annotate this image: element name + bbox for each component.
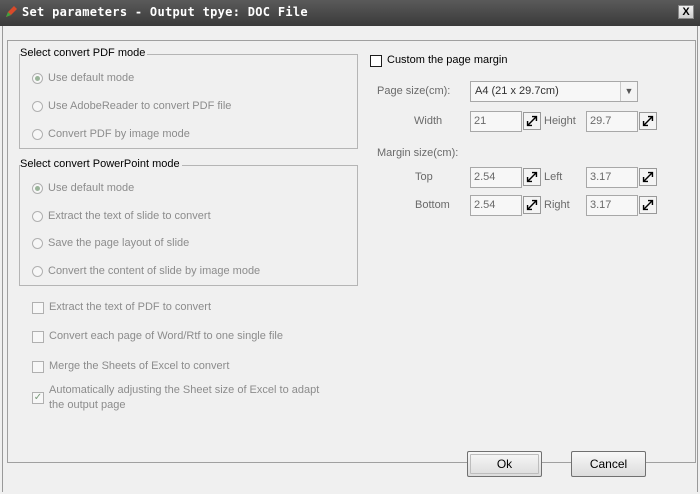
- pdf-mode-group-title: Select convert PDF mode: [20, 47, 148, 59]
- ppt-mode-option-label: Use default mode: [48, 182, 135, 194]
- window-title: Set parameters - Output tpye: DOC File: [22, 5, 308, 19]
- spin-arrows-icon[interactable]: [523, 168, 541, 186]
- pdf-mode-radio-default[interactable]: [32, 73, 43, 84]
- pencil-icon: [6, 6, 17, 17]
- pdf-mode-option-label: Convert PDF by image mode: [48, 128, 190, 140]
- ppt-mode-radio-save-layout[interactable]: [32, 238, 43, 249]
- word-single-file-checkbox[interactable]: [32, 331, 44, 343]
- merge-excel-sheets-checkbox[interactable]: [32, 361, 44, 373]
- margin-size-label: Margin size(cm):: [377, 147, 459, 159]
- bottom-field[interactable]: 2.54: [470, 195, 522, 216]
- ok-button-focus-ring: [470, 454, 539, 474]
- extract-pdf-text-checkbox[interactable]: [32, 302, 44, 314]
- spin-arrows-icon[interactable]: [639, 112, 657, 130]
- left-field[interactable]: 3.17: [586, 167, 638, 188]
- width-label: Width: [414, 115, 443, 127]
- settings-panel: Select convert PDF mode Use default mode…: [7, 40, 696, 463]
- left-label: Left: [544, 171, 563, 183]
- ok-button[interactable]: Ok: [467, 451, 542, 477]
- cancel-button-label: Cancel: [589, 457, 628, 471]
- pdf-mode-radio-image[interactable]: [32, 129, 43, 140]
- height-label: Height: [544, 115, 576, 127]
- adjust-excel-size-label-line2: the output page: [49, 399, 126, 411]
- bottom-label: Bottom: [415, 199, 450, 211]
- pdf-mode-option-label: Use AdobeReader to convert PDF file: [48, 100, 232, 112]
- dialog-window: Set parameters - Output tpye: DOC File X…: [0, 0, 700, 494]
- top-field[interactable]: 2.54: [470, 167, 522, 188]
- adjust-excel-size-checkbox[interactable]: ✓: [32, 392, 44, 404]
- custom-margin-checkbox[interactable]: [370, 55, 382, 67]
- page-size-value: A4 (21 x 29.7cm): [475, 85, 559, 97]
- pdf-mode-radio-adobe[interactable]: [32, 101, 43, 112]
- ppt-mode-radio-default[interactable]: [32, 183, 43, 194]
- ppt-mode-option-label: Convert the content of slide by image mo…: [48, 265, 261, 277]
- extract-pdf-text-label: Extract the text of PDF to convert: [49, 301, 212, 313]
- top-label: Top: [415, 171, 433, 183]
- adjust-excel-size-label-line1: Automatically adjusting the Sheet size o…: [49, 384, 320, 396]
- merge-excel-sheets-label: Merge the Sheets of Excel to convert: [49, 360, 230, 372]
- ppt-mode-group: Select convert PowerPoint mode Use defau…: [19, 158, 358, 286]
- cancel-button[interactable]: Cancel: [571, 451, 646, 477]
- title-bar[interactable]: Set parameters - Output tpye: DOC File X: [0, 0, 700, 26]
- page-size-label: Page size(cm):: [377, 85, 451, 97]
- word-single-file-label: Convert each page of Word/Rtf to one sin…: [49, 330, 283, 342]
- chevron-down-icon[interactable]: ▼: [620, 82, 637, 101]
- dialog-body: Select convert PDF mode Use default mode…: [2, 26, 698, 492]
- pdf-mode-group: Select convert PDF mode Use default mode…: [19, 47, 358, 149]
- ppt-mode-radio-extract-text[interactable]: [32, 211, 43, 222]
- ppt-mode-radio-image[interactable]: [32, 266, 43, 277]
- right-label: Right: [544, 199, 570, 211]
- spin-arrows-icon[interactable]: [639, 196, 657, 214]
- width-field[interactable]: 21: [470, 111, 522, 132]
- height-field[interactable]: 29.7: [586, 111, 638, 132]
- spin-arrows-icon[interactable]: [523, 112, 541, 130]
- custom-margin-label: Custom the page margin: [387, 54, 508, 66]
- close-button[interactable]: X: [678, 5, 694, 19]
- ppt-mode-option-label: Extract the text of slide to convert: [48, 210, 211, 222]
- spin-arrows-icon[interactable]: [639, 168, 657, 186]
- spin-arrows-icon[interactable]: [523, 196, 541, 214]
- right-field[interactable]: 3.17: [586, 195, 638, 216]
- pdf-mode-option-label: Use default mode: [48, 72, 135, 84]
- page-size-select[interactable]: A4 (21 x 29.7cm) ▼: [470, 81, 638, 102]
- ppt-mode-group-title: Select convert PowerPoint mode: [20, 158, 182, 170]
- ppt-mode-option-label: Save the page layout of slide: [48, 237, 190, 249]
